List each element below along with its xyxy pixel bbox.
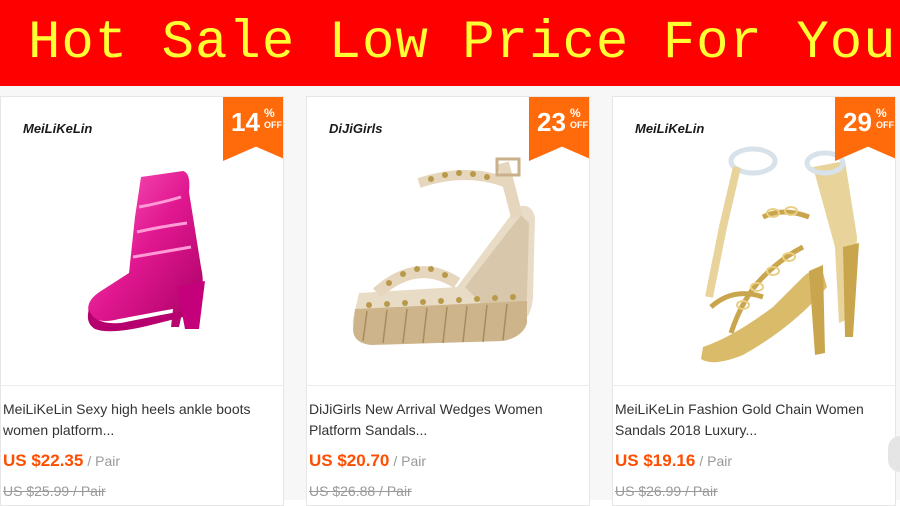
product-grid: MeiLiKeLin 14 % OFF MeiLiKeLin Sexy high… — [0, 86, 900, 506]
original-price: US $25.99 / Pair — [3, 483, 106, 499]
price-unit: / Pair — [87, 453, 121, 469]
next-arrow-button[interactable] — [888, 436, 900, 472]
original-price: US $26.88 / Pair — [309, 483, 412, 499]
product-card[interactable]: MeiLiKeLin — [0, 96, 284, 506]
price-line: US $19.16/ Pair — [615, 451, 732, 471]
product-title[interactable]: MeiLiKeLin Fashion Gold Chain Women Sand… — [615, 399, 895, 441]
product-title[interactable]: DiJiGirls New Arrival Wedges Women Platf… — [309, 399, 589, 441]
product-card[interactable]: DiJiGirls 23 % OFF DiJiGirls New Arrival… — [306, 96, 590, 506]
original-price: US $26.99 / Pair — [615, 483, 718, 499]
product-price: US $20.70 — [309, 451, 390, 470]
product-image[interactable]: DiJiGirls 23 % OFF — [307, 97, 589, 386]
price-line: US $20.70/ Pair — [309, 451, 426, 471]
promo-banner: Hot Sale Low Price For You — [0, 0, 900, 86]
product-image[interactable]: MeiLiKeLin — [613, 97, 895, 386]
price-unit: / Pair — [699, 453, 733, 469]
product-title[interactable]: MeiLiKeLin Sexy high heels ankle boots w… — [3, 399, 283, 441]
price-line: US $22.35/ Pair — [3, 451, 120, 471]
product-price: US $19.16 — [615, 451, 696, 470]
product-card[interactable]: MeiLiKeLin — [612, 96, 896, 506]
price-unit: / Pair — [393, 453, 427, 469]
banner-title: Hot Sale Low Price For You — [28, 13, 897, 74]
product-price: US $22.35 — [3, 451, 84, 470]
product-image[interactable]: MeiLiKeLin — [1, 97, 283, 386]
